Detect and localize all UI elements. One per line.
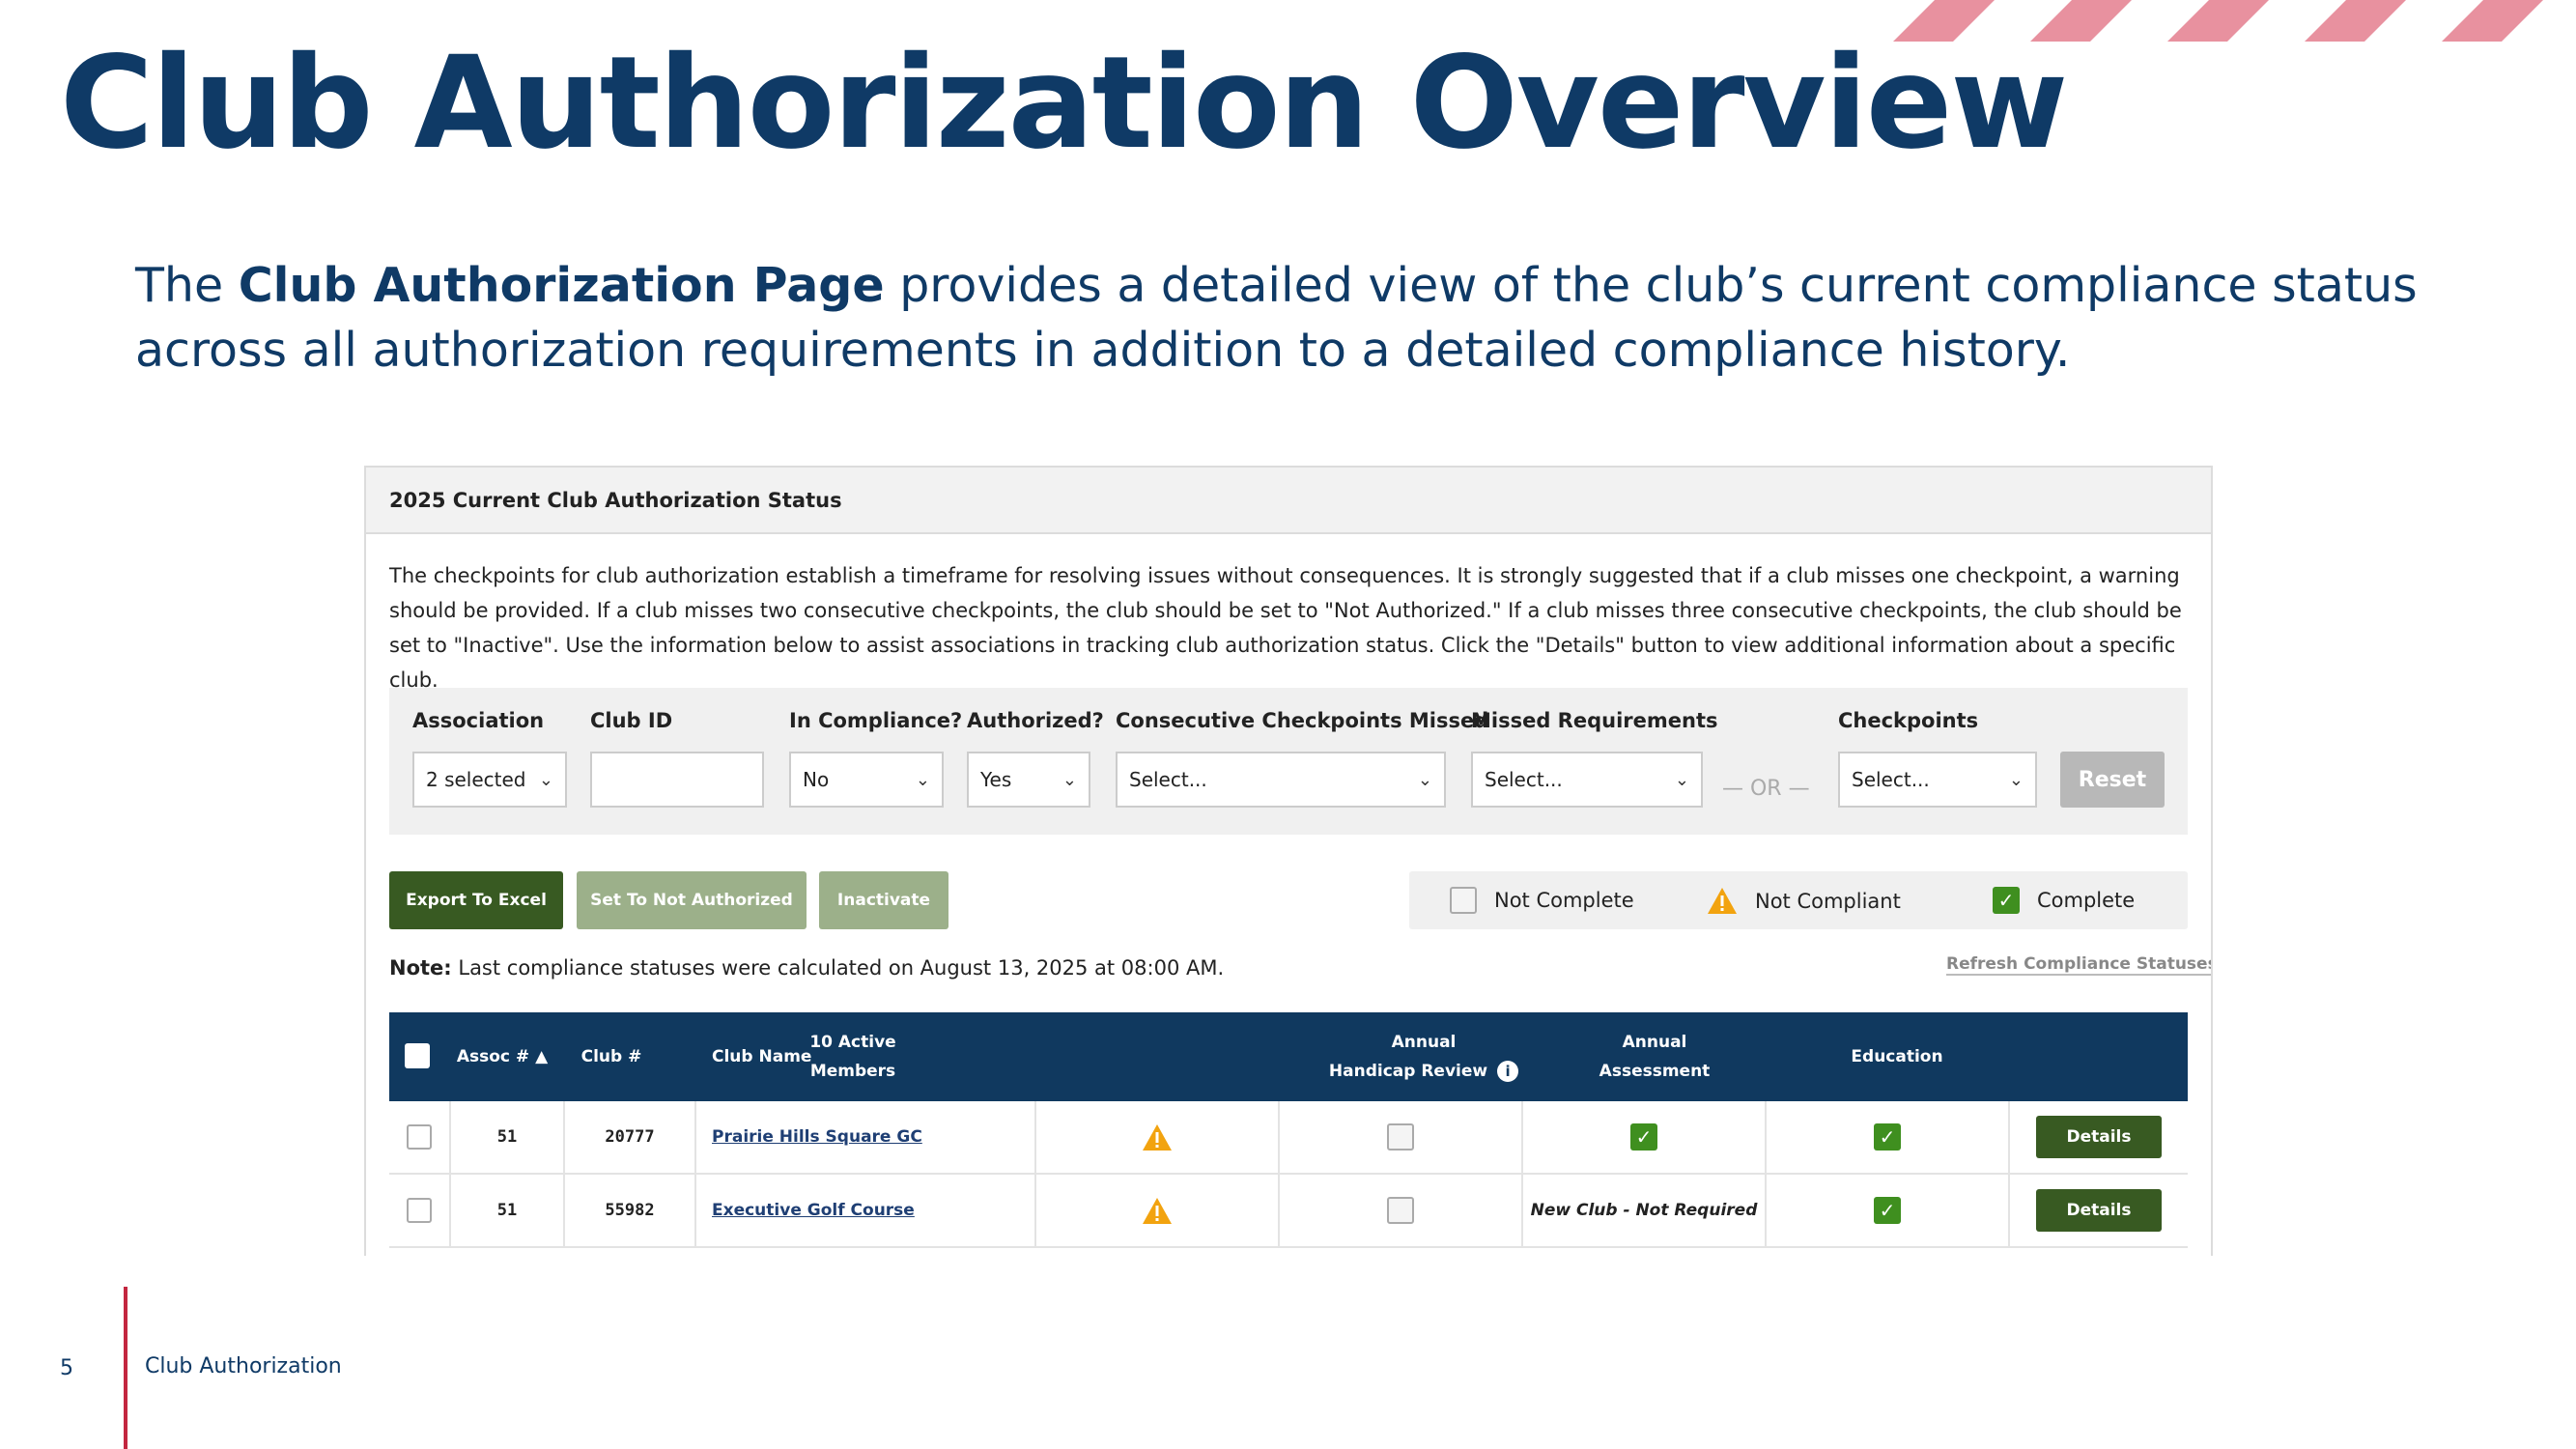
refresh-compliance-link[interactable]: Refresh Compliance Statuses	[1946, 954, 2211, 976]
slide-title: Club Authorization Overview	[60, 29, 2068, 178]
club-name-link[interactable]: Prairie Hills Square GC	[712, 1127, 922, 1147]
chevron-down-icon: ⌄	[915, 769, 930, 790]
legend-not-complete: Not Complete	[1450, 887, 1634, 914]
checkpoints-label: Checkpoints	[1838, 709, 1979, 732]
header-education: Education	[1851, 1047, 1943, 1066]
club-name-link[interactable]: Executive Golf Course	[712, 1201, 915, 1220]
status-legend: Not Complete Not Compliant ✓ Complete	[1409, 871, 2188, 929]
checkpoints-select[interactable]: Select... ⌄	[1838, 752, 2037, 808]
warning-triangle-icon	[1143, 1123, 1172, 1151]
header-club-number[interactable]: Club #	[563, 1028, 660, 1086]
green-check-icon: ✓	[1630, 1123, 1657, 1151]
warning-triangle-icon	[1143, 1197, 1172, 1224]
set-not-authorized-button[interactable]: Set To Not Authorized	[577, 871, 807, 929]
missed-select[interactable]: Select... ⌄	[1471, 752, 1703, 808]
chevron-down-icon: ⌄	[2008, 769, 2024, 790]
consecutive-select[interactable]: Select... ⌄	[1116, 752, 1446, 808]
export-excel-button[interactable]: Export To Excel	[389, 871, 563, 929]
info-icon[interactable]: i	[1497, 1061, 1519, 1082]
legend-not-compliant: Not Compliant	[1707, 887, 1901, 915]
authorized-label: Authorized?	[967, 709, 1104, 732]
details-button[interactable]: Details	[2036, 1116, 2162, 1158]
association-select[interactable]: 2 selected ⌄	[412, 752, 567, 808]
cell-club-number: 20777	[565, 1101, 696, 1173]
cell-assoc: 51	[451, 1101, 565, 1173]
select-all-checkbox[interactable]	[405, 1043, 430, 1068]
footer-label: Club Authorization	[145, 1354, 342, 1378]
warning-triangle-icon	[1708, 888, 1737, 914]
panel-header: 2025 Current Club Authorization Status	[366, 468, 2211, 534]
intro-paragraph: The Club Authorization Page provides a d…	[135, 258, 2418, 378]
cell-assessment-text: New Club - Not Required	[1523, 1175, 1767, 1246]
chevron-down-icon: ⌄	[1062, 769, 1077, 790]
compliance-note: Note: Last compliance statuses were calc…	[389, 956, 1225, 980]
or-separator: — OR —	[1722, 777, 1810, 801]
green-check-icon: ✓	[1874, 1123, 1901, 1151]
consecutive-label: Consecutive Checkpoints Missed	[1116, 709, 1489, 732]
header-assoc[interactable]: Assoc # ▲	[449, 1028, 555, 1086]
panel-description: The checkpoints for club authorization e…	[389, 564, 2182, 692]
in-compliance-select[interactable]: No ⌄	[789, 752, 944, 808]
inactivate-button[interactable]: Inactivate	[819, 871, 948, 929]
cell-club-number: 55982	[565, 1175, 696, 1246]
empty-checkbox-icon	[1387, 1197, 1414, 1224]
club-id-input[interactable]	[590, 752, 764, 808]
header-active-members: 10 Active Members	[809, 1033, 896, 1081]
cell-assoc: 51	[451, 1175, 565, 1246]
intro-bold: Club Authorization Page	[238, 258, 885, 313]
chevron-down-icon: ⌄	[1417, 769, 1432, 790]
green-check-icon: ✓	[1874, 1197, 1901, 1224]
missed-label: Missed Requirements	[1471, 709, 1718, 732]
row-checkbox[interactable]	[407, 1124, 432, 1150]
screenshot-panel: 2025 Current Club Authorization Status T…	[364, 466, 2213, 1256]
footer-divider	[124, 1287, 127, 1449]
authorized-select[interactable]: Yes ⌄	[967, 752, 1090, 808]
empty-checkbox-icon	[1450, 887, 1477, 914]
header-handicap-review: Annual Handicap Review i	[1315, 1028, 1533, 1086]
row-checkbox[interactable]	[407, 1198, 432, 1223]
details-button[interactable]: Details	[2036, 1189, 2162, 1232]
chevron-down-icon: ⌄	[1674, 769, 1689, 790]
association-label: Association	[412, 709, 545, 732]
table-row: 51 20777 Prairie Hills Square GC ✓ ✓ Det…	[389, 1101, 2188, 1175]
table-header: Assoc # ▲ Club # Club Name 10 Active Memb…	[389, 1012, 2188, 1101]
in-compliance-label: In Compliance?	[789, 709, 963, 732]
page-number: 5	[60, 1356, 73, 1380]
filter-bar: Association 2 selected ⌄ Club ID In Compl…	[389, 688, 2188, 835]
green-check-icon: ✓	[1993, 887, 2020, 914]
table-row: 51 55982 Executive Golf Course New Club …	[389, 1175, 2188, 1248]
legend-complete: ✓ Complete	[1993, 887, 2135, 914]
club-id-label: Club ID	[590, 709, 673, 732]
chevron-down-icon: ⌄	[538, 769, 553, 790]
empty-checkbox-icon	[1387, 1123, 1414, 1151]
reset-button[interactable]: Reset	[2060, 752, 2165, 808]
header-annual-assessment: Annual Assessment	[1599, 1033, 1711, 1081]
